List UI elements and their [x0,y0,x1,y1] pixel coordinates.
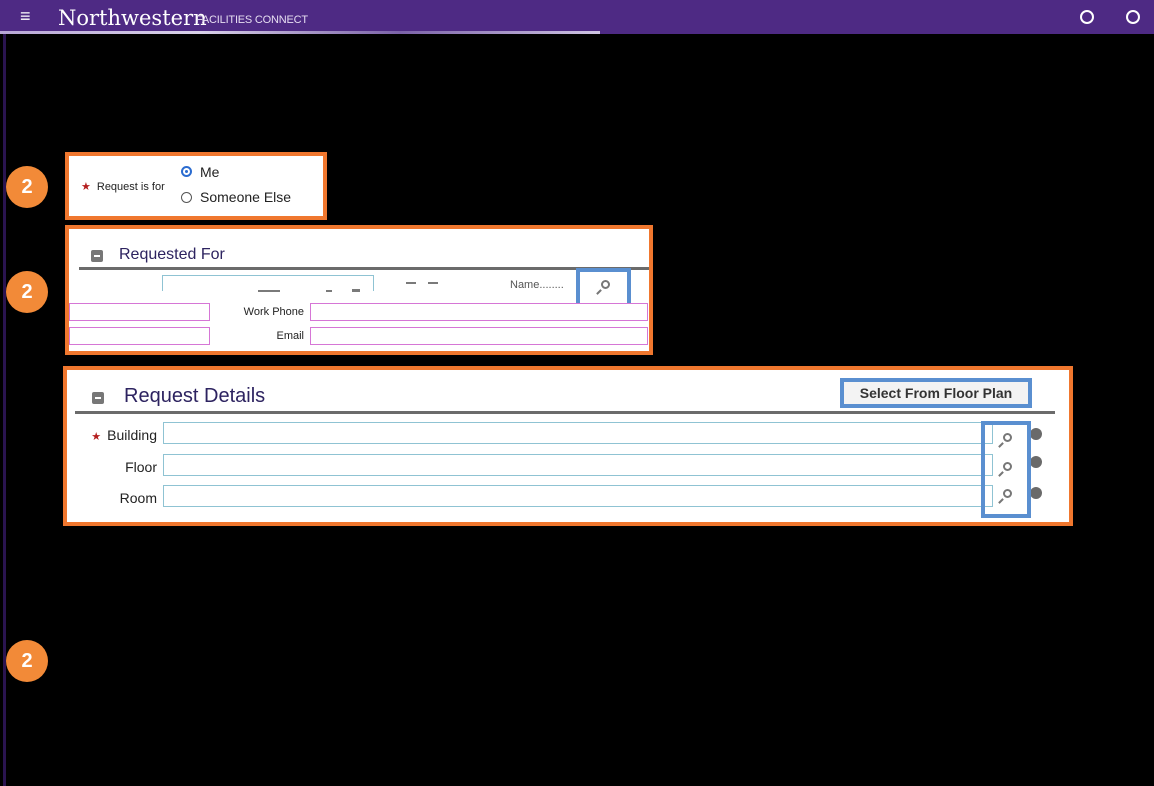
left-field-1[interactable] [69,303,210,321]
step-badge: 2 [6,640,48,682]
email-field[interactable] [310,327,648,345]
lookup-highlight [981,421,1031,518]
clear-icon[interactable] [1030,428,1042,440]
glitch-mark [406,282,416,284]
room-field[interactable] [163,485,993,507]
radio-me-label[interactable]: Me [200,164,219,180]
app-title: FACILITIES CONNECT [196,14,308,26]
work-phone-field[interactable] [310,303,648,321]
top-bar: ≡ Northwestern FACILITIES CONNECT [0,0,1154,34]
help-icon[interactable] [1126,10,1140,24]
section-title: Requested For [119,246,225,263]
building-field[interactable] [163,422,993,444]
clear-icon[interactable] [1030,487,1042,499]
glitch-mark [258,290,280,292]
collapse-icon[interactable] [92,392,104,404]
glitch-mark [428,282,438,284]
work-phone-label: Work Phone [243,306,304,318]
floor-label: Floor [125,459,157,475]
radio-me[interactable] [181,166,192,177]
required-icon: ★ [81,181,91,193]
radio-someone-else-label[interactable]: Someone Else [200,189,291,205]
floor-field[interactable] [163,454,993,476]
request-for-panel: ★ Request is for Me Someone Else [65,152,327,220]
clear-icon[interactable] [1030,456,1042,468]
request-is-for-label: ★ Request is for [81,181,165,193]
step-badge: 2 [6,271,48,313]
name-label: Name........ [510,279,564,291]
brand-logo[interactable]: Northwestern [58,6,207,30]
step-badge: 2 [6,166,48,208]
radio-someone-else[interactable] [181,192,192,203]
section-rule [75,411,1055,414]
room-label: Room [119,490,157,506]
collapse-icon[interactable] [91,250,103,262]
requested-for-input[interactable] [162,275,374,291]
info-icon[interactable] [1080,10,1094,24]
left-edge [3,34,6,786]
section-rule [79,267,649,270]
header-divider [0,31,600,34]
left-field-2[interactable] [69,327,210,345]
section-title: Request Details [124,385,266,407]
glitch-mark [352,289,360,292]
required-icon: ★ [91,431,102,443]
building-label: ★ Building [91,427,157,443]
glitch-mark [326,290,332,292]
hamburger-menu-icon[interactable]: ≡ [20,6,31,27]
select-from-floor-plan-button[interactable]: Select From Floor Plan [840,378,1032,408]
email-label: Email [276,330,304,342]
